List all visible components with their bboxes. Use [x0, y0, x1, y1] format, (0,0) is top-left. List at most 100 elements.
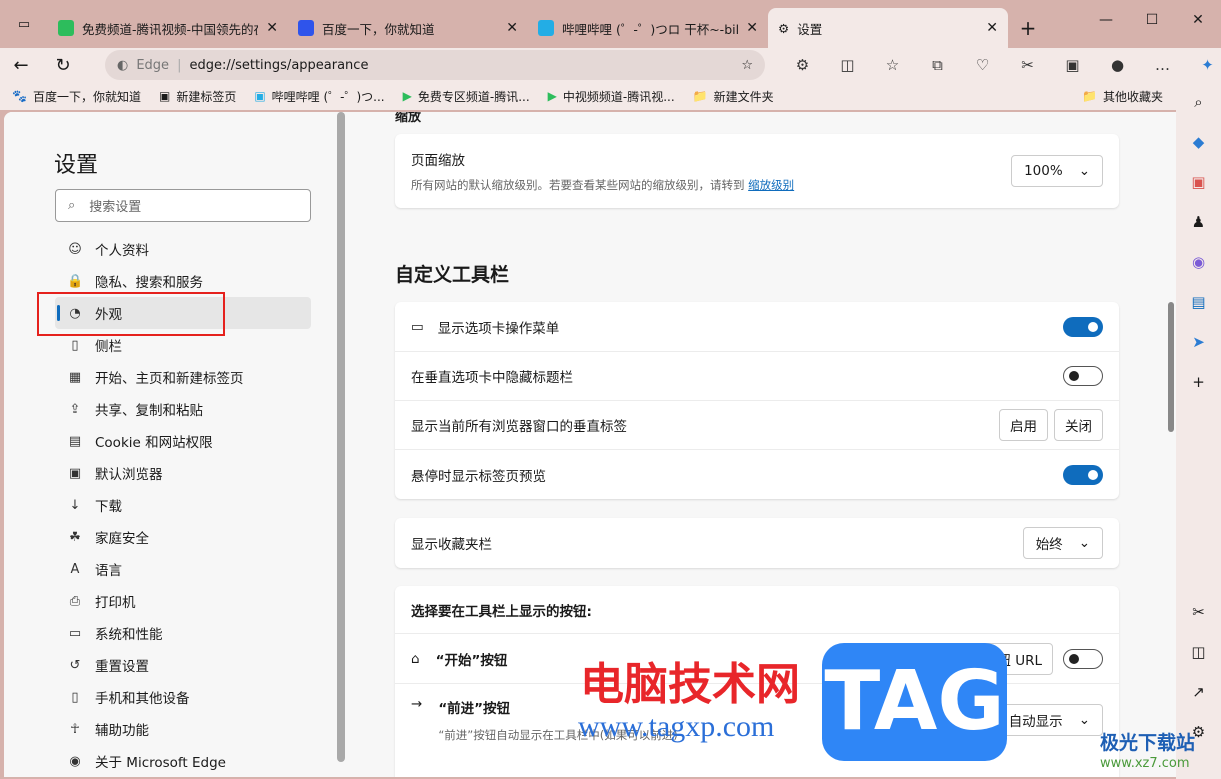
sidebar-item-reset[interactable]: ↺ 重置设置	[55, 649, 311, 681]
languages-icon: A	[70, 561, 80, 577]
sidebar-item-label: Cookie 和网站权限	[95, 435, 213, 451]
favorites-bar-dropdown[interactable]: 始终 ⌄	[1022, 527, 1103, 559]
open-external-icon[interactable]: ↗	[1176, 672, 1221, 712]
sidebar-scrollbar[interactable]	[337, 112, 345, 762]
profile-avatar[interactable]: ●	[1095, 56, 1140, 74]
outlook-icon[interactable]: ▤	[1176, 282, 1221, 322]
new-tab-button[interactable]: +	[1008, 8, 1048, 48]
edge-sidebar: ⌕ ◆ ▣ ♟ ◉ ▤ ➤ + ✂ ◫ ↗ ⚙	[1176, 82, 1221, 779]
zoom-card: 页面缩放 所有网站的默认缩放级别。若要查看某些网站的缩放级别，请转到 缩放级别 …	[395, 134, 1119, 208]
extensions-icon[interactable]: ⚙	[780, 56, 825, 74]
close-button[interactable]: 关闭	[1054, 409, 1103, 441]
copilot-icon[interactable]: ✦	[1185, 56, 1221, 74]
add-icon[interactable]: +	[1176, 362, 1221, 402]
games-icon[interactable]: ♟	[1176, 202, 1221, 242]
forward-button-dropdown[interactable]: 自动显示 ⌄	[995, 704, 1103, 736]
bookmark[interactable]: ▣ 哔哩哔哩 (゜-゜)つ...	[254, 88, 384, 105]
favorites-icon[interactable]: ☆	[870, 56, 915, 74]
bookmark-folder[interactable]: 📁 新建文件夹	[693, 88, 774, 105]
close-tab-icon[interactable]: ✕	[506, 20, 518, 36]
sidebar-item-downloads[interactable]: ↓ 下载	[55, 489, 311, 521]
back-button[interactable]: ←	[0, 55, 42, 76]
tools-icon[interactable]: ▣	[1176, 162, 1221, 202]
sidebar-item-share[interactable]: ⇪ 共享、复制和粘贴	[55, 393, 311, 425]
sidebar-item-label: 辅助功能	[95, 723, 149, 739]
sidebar-item-label: 系统和性能	[95, 627, 163, 643]
bookmark[interactable]: ▶ 免费专区频道-腾讯...	[403, 88, 530, 105]
sidebar-item-languages[interactable]: A 语言	[55, 553, 311, 585]
minimize-button[interactable]: —	[1083, 0, 1129, 40]
sidebar-item-label: 手机和其他设备	[95, 691, 190, 707]
screenshot-icon[interactable]: ✂	[1176, 592, 1221, 632]
close-tab-icon[interactable]: ✕	[746, 20, 758, 36]
sidebar-item-label: 打印机	[95, 595, 136, 611]
close-tab-icon[interactable]: ✕	[986, 20, 998, 36]
tab-strip: ▭ 免费频道-腾讯视频-中国领先的在 ✕ 百度一下，你就知道 ✕ 哔哩哔哩 (゜-゜…	[0, 0, 1221, 48]
cookies-icon: ▤	[68, 433, 82, 449]
accessibility-icon: ☥	[70, 721, 80, 737]
sidebar-item-label: 下载	[95, 499, 122, 515]
close-window-button[interactable]: ✕	[1175, 0, 1221, 40]
tab-actions-icon[interactable]: ▭	[0, 0, 48, 48]
sidebar-item-phone[interactable]: ▯ 手机和其他设备	[55, 681, 311, 713]
sidebar-item-label: 侧栏	[95, 339, 122, 355]
tab-tencent[interactable]: 免费频道-腾讯视频-中国领先的在 ✕	[48, 8, 288, 48]
more-menu-icon[interactable]: …	[1140, 56, 1185, 74]
bookmark[interactable]: ▣ 新建标签页	[159, 88, 236, 105]
tencent-video-icon	[58, 20, 74, 36]
close-tab-icon[interactable]: ✕	[266, 20, 278, 36]
search-placeholder: 搜索设置	[89, 200, 142, 215]
set-url-button[interactable]: 设置按钮 URL	[945, 642, 1053, 675]
sidebar-item-printers[interactable]: ⎙ 打印机	[55, 585, 311, 617]
bookmark[interactable]: ▶ 中视频频道-腾讯视...	[548, 88, 675, 105]
zoom-dropdown[interactable]: 100% ⌄	[1011, 155, 1103, 187]
phone-icon: ▯	[71, 689, 79, 705]
enable-button[interactable]: 启用	[999, 409, 1048, 441]
zoom-levels-link[interactable]: 缩放级别	[748, 178, 794, 192]
url-text[interactable]: edge://settings/appearance	[189, 58, 368, 73]
send-icon[interactable]: ➤	[1176, 322, 1221, 362]
favorite-star-icon[interactable]: ☆	[741, 58, 753, 73]
bilibili-icon	[538, 20, 554, 36]
microsoft365-icon[interactable]: ◉	[1176, 242, 1221, 282]
sidebar-toggle-icon[interactable]: ◫	[1176, 632, 1221, 672]
sidebar-item-profile[interactable]: ☺ 个人资料	[55, 233, 311, 265]
sidebar-item-family[interactable]: ☘ 家庭安全	[55, 521, 311, 553]
refresh-button[interactable]: ↻	[42, 55, 84, 76]
shopping-icon[interactable]: ◆	[1176, 122, 1221, 162]
sidebar-item-default-browser[interactable]: ▣ 默认浏览器	[55, 457, 311, 489]
maximize-button[interactable]: ☐	[1129, 0, 1175, 40]
address-bar[interactable]: ◐ Edge | edge://settings/appearance ☆	[105, 50, 765, 80]
favorites-bar-card: 显示收藏夹栏 始终 ⌄	[395, 518, 1119, 568]
hover-preview-toggle[interactable]	[1063, 464, 1103, 485]
tab-baidu[interactable]: 百度一下，你就知道 ✕	[288, 8, 528, 48]
sidebar-item-accessibility[interactable]: ☥ 辅助功能	[55, 713, 311, 745]
tab-title: 哔哩哔哩 (゜-゜)つロ 干杯~-bilib	[562, 21, 739, 37]
hide-title-bar-toggle[interactable]	[1063, 366, 1103, 386]
printers-icon: ⎙	[69, 593, 81, 609]
sidebar-item-cookies[interactable]: ▤ Cookie 和网站权限	[55, 425, 311, 457]
tab-actions-toggle[interactable]	[1063, 316, 1103, 337]
bookmark[interactable]: 🐾 百度一下，你就知道	[12, 88, 141, 105]
sidebar-item-system[interactable]: ▭ 系统和性能	[55, 617, 311, 649]
collections-icon[interactable]: ⧉	[915, 56, 960, 74]
settings-icon[interactable]: ⚙	[1176, 712, 1221, 752]
search-icon[interactable]: ⌕	[1176, 82, 1221, 122]
tab-settings[interactable]: ⚙ 设置 ✕	[768, 8, 1008, 48]
sidebar-item-label: 共享、复制和粘贴	[95, 403, 203, 419]
split-screen-icon[interactable]: ◫	[825, 56, 870, 74]
profile-icon: ☺	[68, 241, 82, 257]
search-input[interactable]: ⌕ 搜索设置	[55, 189, 311, 222]
content-scrollbar[interactable]	[1168, 302, 1174, 432]
tab-bilibili[interactable]: 哔哩哔哩 (゜-゜)つロ 干杯~-bilib ✕	[528, 8, 768, 48]
home-button-toggle[interactable]	[1063, 648, 1103, 669]
performance-icon[interactable]: ♡	[960, 56, 1005, 74]
sidebar-item-about[interactable]: ◉ 关于 Microsoft Edge	[55, 745, 311, 777]
tab-title: 免费频道-腾讯视频-中国领先的在	[82, 21, 259, 37]
browser-essentials-icon[interactable]: ▣	[1050, 56, 1095, 74]
site-label: Edge	[136, 57, 170, 73]
other-favorites[interactable]: 📁 其他收藏夹	[1082, 88, 1163, 105]
screenshot-icon[interactable]: ✂	[1005, 56, 1050, 74]
zoom-desc: 所有网站的默认缩放级别。若要查看某些网站的缩放级别，请转到	[411, 178, 745, 192]
sidebar-item-start-home[interactable]: ▦ 开始、主页和新建标签页	[55, 361, 311, 393]
